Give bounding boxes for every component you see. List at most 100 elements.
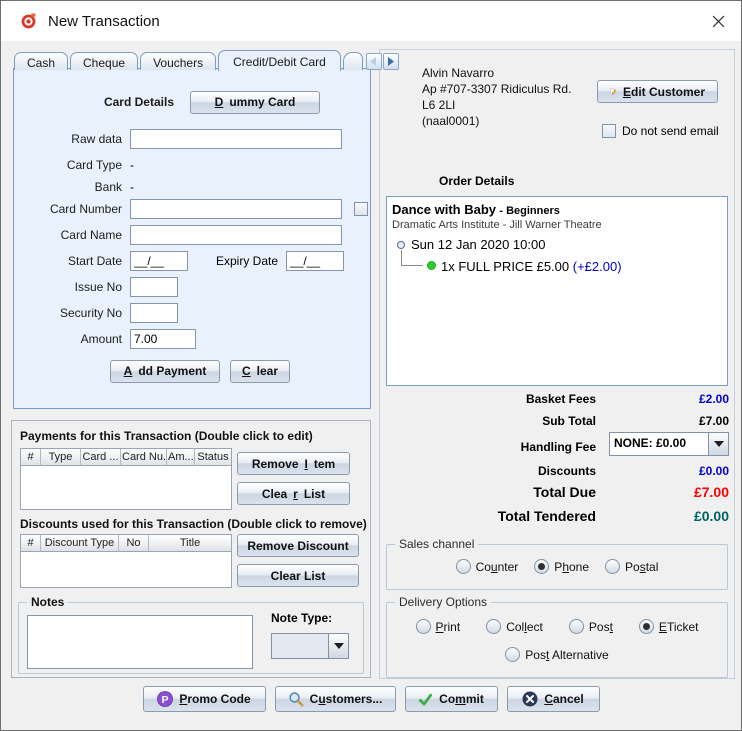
- amount-label: Amount: [14, 332, 122, 346]
- note-type-combo[interactable]: [271, 633, 349, 659]
- sub-total-row: Sub Total £7.00: [380, 414, 729, 430]
- add-payment-button[interactable]: Add Payment: [110, 360, 220, 383]
- radio-phone[interactable]: Phone: [534, 559, 589, 574]
- note-type-label: Note Type:: [271, 611, 332, 625]
- radio-collect[interactable]: Collect: [486, 619, 543, 634]
- notes-legend: Notes: [27, 595, 68, 609]
- expiry-date-input[interactable]: [286, 251, 344, 271]
- issue-no-label: Issue No: [14, 280, 122, 294]
- collect-radio-icon[interactable]: [486, 619, 501, 634]
- handling-fee-value[interactable]: NONE: £0.00: [610, 433, 708, 455]
- cancel-button[interactable]: Cancel: [507, 686, 600, 712]
- dummy-card-button[interactable]: Dummy Card: [190, 91, 320, 114]
- amount-input[interactable]: [130, 329, 196, 349]
- phone-radio-icon[interactable]: [534, 559, 549, 574]
- postal-radio-icon[interactable]: [605, 559, 620, 574]
- card-number-input[interactable]: [130, 199, 342, 219]
- remove-discount-button[interactable]: Remove Discount: [237, 534, 359, 557]
- total-tendered-value: £0.00: [694, 508, 729, 524]
- basket-fees-label: Basket Fees: [526, 392, 596, 406]
- tab-credit-debit-card[interactable]: Credit/Debit Card: [218, 50, 341, 71]
- tab-scroll-right-icon[interactable]: [383, 53, 399, 70]
- print-radio-icon[interactable]: [416, 619, 431, 634]
- sales-channel-group: Sales channel Counter Phone Postal: [386, 544, 728, 590]
- dialog-body: Cash Cheque Vouchers Credit/Debit Card C…: [1, 41, 741, 730]
- card-name-input[interactable]: [130, 225, 342, 245]
- discounts-row: Discounts £0.00: [380, 464, 729, 480]
- promo-code-button[interactable]: P Promo Code: [143, 686, 266, 712]
- handling-fee-combo[interactable]: NONE: £0.00: [609, 432, 729, 456]
- raw-data-input[interactable]: [130, 129, 342, 149]
- eticket-radio-icon[interactable]: [639, 619, 654, 634]
- ticket-node[interactable]: 1x FULL PRICE £5.00 (+£2.00): [441, 259, 622, 274]
- ticket-surcharge: (+£2.00): [573, 259, 622, 274]
- post-radio-icon[interactable]: [569, 619, 584, 634]
- order-details-label: Order Details: [439, 174, 514, 188]
- payments-title: Payments for this Transaction (Double cl…: [20, 429, 313, 443]
- clear-card-button[interactable]: Clear: [230, 360, 290, 383]
- search-icon: [288, 691, 304, 707]
- ticket-bullet-icon: [427, 261, 436, 270]
- do-not-send-email-option[interactable]: Do not send email: [602, 124, 719, 138]
- radio-print[interactable]: Print: [416, 619, 461, 634]
- app-icon: [20, 13, 37, 30]
- event-subtitle: - Beginners: [499, 205, 560, 217]
- do-not-send-email-label[interactable]: Do not send email: [622, 124, 719, 138]
- promo-icon: P: [157, 691, 173, 707]
- radio-post-alternative[interactable]: Post Alternative: [505, 647, 608, 662]
- clear-payments-button[interactable]: Clear List: [237, 482, 350, 505]
- payments-table[interactable]: # Type Card ... Card Nu... Am... Status: [20, 448, 232, 510]
- handling-fee-dropdown-icon[interactable]: [708, 433, 728, 455]
- total-due-label: Total Due: [533, 484, 596, 500]
- footer-buttons: P Promo Code Customers... Commit: [1, 686, 741, 712]
- card-name-label: Card Name: [14, 228, 122, 242]
- note-type-dropdown-icon[interactable]: [328, 634, 348, 658]
- radio-eticket[interactable]: ETicket: [639, 619, 699, 634]
- tab-cheque[interactable]: Cheque: [70, 52, 138, 70]
- radio-counter[interactable]: Counter: [456, 559, 519, 574]
- session-node[interactable]: Sun 12 Jan 2020 10:00: [411, 237, 545, 252]
- edit-customer-button[interactable]: Edit Customer: [597, 80, 718, 103]
- card-number-checkbox[interactable]: [354, 202, 368, 216]
- delivery-options-group: Delivery Options Print Collect Post: [386, 602, 728, 678]
- check-icon: [418, 692, 433, 707]
- ticket-text: 1x FULL PRICE £5.00: [441, 259, 569, 274]
- customers-button[interactable]: Customers...: [275, 686, 396, 712]
- card-type-value: -: [130, 158, 134, 172]
- payments-panel: Payments for this Transaction (Double cl…: [11, 420, 371, 678]
- security-no-label: Security No: [14, 306, 122, 320]
- notes-textarea[interactable]: [27, 615, 253, 669]
- radio-post[interactable]: Post: [569, 619, 613, 634]
- commit-button[interactable]: Commit: [405, 686, 498, 712]
- counter-radio-icon[interactable]: [456, 559, 471, 574]
- tab-scroll-left-icon[interactable]: [366, 53, 382, 70]
- basket-fees-row: Basket Fees £2.00: [380, 392, 729, 408]
- note-type-value[interactable]: [272, 634, 328, 658]
- sales-channel-legend: Sales channel: [395, 537, 478, 551]
- security-no-input[interactable]: [130, 303, 178, 323]
- start-date-input[interactable]: [130, 251, 188, 271]
- tab-vouchers[interactable]: Vouchers: [140, 52, 216, 70]
- close-icon[interactable]: [695, 1, 741, 41]
- sub-total-value: £7.00: [699, 414, 729, 428]
- order-details-tree[interactable]: Dance with Baby - Beginners Dramatic Art…: [386, 196, 728, 386]
- do-not-send-email-checkbox[interactable]: [602, 124, 616, 138]
- issue-no-input[interactable]: [130, 277, 178, 297]
- total-tendered-row: Total Tendered £0.00: [380, 508, 729, 528]
- remove-item-button[interactable]: Remove Item: [237, 452, 350, 475]
- customer-reference: (naal0001): [422, 114, 479, 128]
- tab-cash[interactable]: Cash: [14, 52, 68, 70]
- discounts-title: Discounts used for this Transaction (Dou…: [20, 517, 367, 531]
- credit-debit-card-panel: Card Details Dummy Card Raw data Card Ty…: [13, 68, 371, 409]
- clear-discounts-button[interactable]: Clear List: [237, 564, 359, 587]
- handling-fee-label: Handling Fee: [521, 440, 596, 454]
- expiry-date-label: Expiry Date: [216, 254, 278, 268]
- payments-table-header: # Type Card ... Card Nu... Am... Status: [21, 449, 231, 466]
- pencil-icon: [610, 84, 617, 99]
- start-date-label: Start Date: [14, 254, 122, 268]
- discounts-table-header: # Discount Type No Title: [21, 535, 231, 552]
- tree-expand-icon[interactable]: [397, 241, 405, 249]
- post-alternative-radio-icon[interactable]: [505, 647, 520, 662]
- radio-postal[interactable]: Postal: [605, 559, 658, 574]
- discounts-table[interactable]: # Discount Type No Title: [20, 534, 232, 588]
